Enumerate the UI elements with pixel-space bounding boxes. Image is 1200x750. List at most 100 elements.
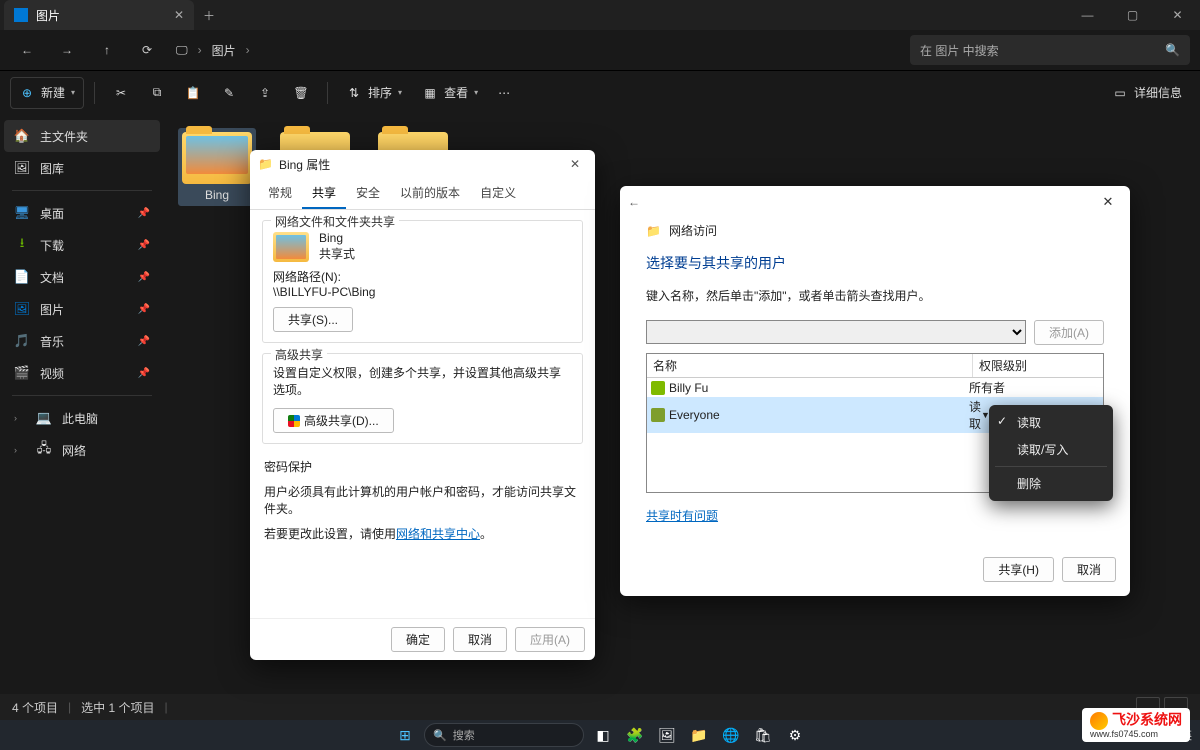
pin-icon: 📌: [138, 336, 150, 347]
paste-button[interactable]: 📋: [177, 77, 209, 109]
taskbar-search[interactable]: 🔍搜索: [424, 723, 584, 747]
cancel-button[interactable]: 取消: [453, 627, 507, 652]
network-icon: 🖧: [36, 442, 52, 458]
close-button[interactable]: ✕: [1155, 0, 1200, 30]
user-combobox[interactable]: [646, 320, 1026, 344]
ok-button[interactable]: 确定: [391, 627, 445, 652]
sidebar-item-thispc[interactable]: ›💻此电脑: [4, 402, 160, 434]
search-icon: 🔍: [433, 729, 447, 742]
menu-item-read[interactable]: 读取: [989, 409, 1113, 436]
share-button[interactable]: 共享(H): [983, 557, 1054, 582]
taskbar-edge[interactable]: 🌐: [718, 722, 744, 748]
task-view-button[interactable]: ◧: [590, 722, 616, 748]
dialog-titlebar[interactable]: ← ✕: [620, 186, 1130, 218]
folder-icon: [273, 232, 309, 262]
delete-button[interactable]: 🗑: [285, 77, 317, 109]
sidebar-item-videos[interactable]: 🎬视频📌: [4, 357, 160, 389]
tab-security[interactable]: 安全: [346, 178, 390, 209]
share-icon: ⇪: [257, 85, 273, 101]
new-tab-button[interactable]: ＋: [194, 7, 224, 24]
advanced-share-button[interactable]: 高级共享(D)...: [273, 408, 394, 433]
watermark: 飞沙系统网 www.fs0745.com: [1082, 708, 1190, 742]
sidebar-item-documents[interactable]: 📄文档📌: [4, 261, 160, 293]
col-permission[interactable]: 权限级别: [973, 354, 1103, 377]
back-button[interactable]: ←: [10, 35, 44, 65]
sidebar-item-pictures[interactable]: 🖼图片📌: [4, 293, 160, 325]
taskbar-app[interactable]: 🧩: [622, 722, 648, 748]
up-button[interactable]: ↑: [90, 35, 124, 65]
more-button[interactable]: ⋯: [490, 77, 518, 109]
home-icon: 🏠: [14, 128, 30, 144]
chevron-right-icon: ›: [246, 43, 250, 57]
pc-icon: 💻: [36, 410, 52, 426]
pin-icon: 📌: [138, 304, 150, 315]
add-button[interactable]: 添加(A): [1034, 320, 1104, 345]
maximize-button[interactable]: ▢: [1110, 0, 1155, 30]
cut-button[interactable]: ✂: [105, 77, 137, 109]
taskbar-settings[interactable]: ⚙: [782, 722, 808, 748]
sidebar-item-gallery[interactable]: 🖼图库: [4, 152, 160, 184]
sidebar-item-desktop[interactable]: 🖥桌面📌: [4, 197, 160, 229]
tab-custom[interactable]: 自定义: [470, 178, 526, 209]
rename-button[interactable]: ✎: [213, 77, 245, 109]
document-icon: 📄: [14, 269, 30, 285]
sort-button[interactable]: ⇅ 排序 ▾: [338, 77, 410, 109]
dialog-footer: 共享(H) 取消: [620, 547, 1130, 596]
col-name[interactable]: 名称: [647, 354, 973, 377]
properties-dialog: 📁 Bing 属性 ✕ 常规 共享 安全 以前的版本 自定义 网络文件和文件夹共…: [250, 150, 595, 660]
taskbar-app[interactable]: 🖼: [654, 722, 680, 748]
network-path-label: 网络路径(N):: [273, 268, 572, 285]
tab-close-icon[interactable]: ✕: [174, 8, 184, 22]
taskbar-store[interactable]: 🛍: [750, 722, 776, 748]
start-button[interactable]: ⊞: [392, 722, 418, 748]
menu-item-remove[interactable]: 删除: [989, 470, 1113, 497]
search-icon[interactable]: 🔍: [1165, 43, 1180, 57]
sort-icon: ⇅: [346, 85, 362, 101]
taskbar-explorer[interactable]: 📁: [686, 722, 712, 748]
folder-icon: [182, 132, 252, 184]
tab-general[interactable]: 常规: [258, 178, 302, 209]
desktop-icon: 🖥: [14, 205, 30, 221]
new-button[interactable]: ⊕ 新建 ▾: [10, 77, 84, 109]
tab-previous[interactable]: 以前的版本: [390, 178, 470, 209]
window-tab[interactable]: 图片 ✕: [4, 0, 194, 30]
sidebar-item-network[interactable]: ›🖧网络: [4, 434, 160, 466]
table-row[interactable]: Billy Fu 所有者: [647, 378, 1103, 397]
close-icon[interactable]: ✕: [1094, 194, 1122, 210]
view-button[interactable]: ▦ 查看 ▾: [414, 77, 486, 109]
permission-context-menu: 读取 读取/写入 删除: [989, 405, 1113, 501]
tab-share[interactable]: 共享: [302, 178, 346, 209]
breadcrumb[interactable]: 🖵 › 图片 ›: [176, 42, 250, 59]
minimize-button[interactable]: —: [1065, 0, 1110, 30]
pictures-icon: 🖼: [14, 301, 30, 317]
watermark-logo-icon: [1090, 712, 1108, 730]
trouble-link[interactable]: 共享时有问题: [646, 509, 718, 523]
details-pane-button[interactable]: ▭ 详细信息: [1104, 77, 1190, 109]
breadcrumb-item[interactable]: 图片: [212, 42, 236, 59]
network-center-link[interactable]: 网络和共享中心: [396, 527, 480, 541]
video-icon: 🎬: [14, 365, 30, 381]
pin-icon: 📌: [138, 208, 150, 219]
back-button[interactable]: ←: [628, 195, 640, 209]
sidebar-item-downloads[interactable]: ⭳下载📌: [4, 229, 160, 261]
share-button[interactable]: ⇪: [249, 77, 281, 109]
apply-button[interactable]: 应用(A): [515, 627, 585, 652]
cancel-button[interactable]: 取消: [1062, 557, 1116, 582]
toolbar: ⊕ 新建 ▾ ✂ ⧉ 📋 ✎ ⇪ 🗑 ⇅ 排序 ▾ ▦ 查看 ▾ ⋯ ▭ 详细信…: [0, 70, 1200, 114]
sidebar-item-music[interactable]: 🎵音乐📌: [4, 325, 160, 357]
share-button[interactable]: 共享(S)...: [273, 307, 353, 332]
search-input[interactable]: 在 图片 中搜索 🔍: [910, 35, 1190, 65]
dialog-title: 网络访问: [669, 222, 717, 239]
folder-item[interactable]: Bing: [178, 128, 256, 206]
forward-button[interactable]: →: [50, 35, 84, 65]
menu-item-readwrite[interactable]: 读取/写入: [989, 436, 1113, 463]
group-icon: [651, 408, 665, 422]
close-icon[interactable]: ✕: [563, 157, 587, 171]
dialog-titlebar[interactable]: 📁 Bing 属性 ✕: [250, 150, 595, 178]
details-icon: ▭: [1112, 85, 1128, 101]
copy-button[interactable]: ⧉: [141, 77, 173, 109]
dialog-hint: 键入名称，然后单击"添加"，或者单击箭头查找用户。: [646, 287, 1104, 304]
refresh-button[interactable]: ⟳: [130, 35, 164, 65]
sidebar-item-home[interactable]: 🏠主文件夹: [4, 120, 160, 152]
navbar: ← → ↑ ⟳ 🖵 › 图片 › 在 图片 中搜索 🔍: [0, 30, 1200, 70]
